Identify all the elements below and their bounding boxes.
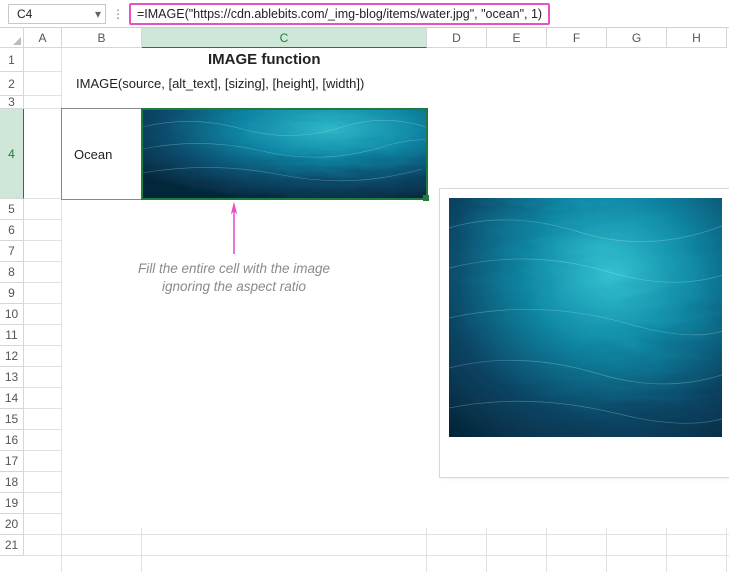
row-header-7[interactable]: 7 [0,241,24,262]
row-header-10[interactable]: 10 [0,304,24,325]
label-cell[interactable]: Ocean [62,109,142,199]
chevron-down-icon[interactable]: ▾ [95,7,101,21]
column-header-a[interactable]: A [24,28,62,48]
row-header-14[interactable]: 14 [0,388,24,409]
row-header-13[interactable]: 13 [0,367,24,388]
row-header-9[interactable]: 9 [0,283,24,304]
arrow-up-icon [219,202,249,258]
annotation-caption: Fill the entire cell with the image igno… [94,260,374,296]
column-header-e[interactable]: E [487,28,547,48]
row-header-6[interactable]: 6 [0,220,24,241]
row-header-8[interactable]: 8 [0,262,24,283]
row-header-11[interactable]: 11 [0,325,24,346]
name-box-value: C4 [17,7,32,21]
row-header-21[interactable]: 21 [0,535,24,556]
row-header-20[interactable]: 20 [0,514,24,535]
row-header-12[interactable]: 12 [0,346,24,367]
formula-text: =IMAGE("https://cdn.ablebits.com/_img-bl… [137,7,542,21]
row-headers: 123456789101112131415161718192021 [0,48,24,572]
page-title: IMAGE function [208,51,321,68]
row-header-1[interactable]: 1 [0,48,24,72]
select-all-corner[interactable] [0,28,24,48]
row-header-2[interactable]: 2 [0,72,24,96]
annotation: Fill the entire cell with the image igno… [94,202,374,296]
image-preview-frame [439,188,729,478]
name-box[interactable]: C4 ▾ [8,4,106,24]
formula-bar-row: C4 ▾ ⋮ =IMAGE("https://cdn.ablebits.com/… [0,0,729,28]
water-image-large [449,198,722,437]
column-header-f[interactable]: F [547,28,607,48]
water-image-small [142,109,427,199]
row-header-19[interactable]: 19 [0,493,24,514]
function-syntax: IMAGE(source, [alt_text], [sizing], [hei… [76,76,364,91]
spreadsheet-grid[interactable]: ABCDEFGH 1234567891011121314151617181920… [0,28,729,572]
image-cell[interactable] [142,109,427,199]
cells-area[interactable]: IMAGE function IMAGE(source, [alt_text],… [24,48,729,572]
column-header-g[interactable]: G [607,28,667,48]
column-header-d[interactable]: D [427,28,487,48]
column-headers: ABCDEFGH [0,28,729,48]
column-header-h[interactable]: H [667,28,727,48]
row-header-17[interactable]: 17 [0,451,24,472]
caption-line-2: ignoring the aspect ratio [162,279,306,294]
column-header-c[interactable]: C [142,28,427,48]
row-header-3[interactable]: 3 [0,96,24,109]
row-header-15[interactable]: 15 [0,409,24,430]
row-header-18[interactable]: 18 [0,472,24,493]
caption-line-1: Fill the entire cell with the image [138,261,330,276]
row-header-4[interactable]: 4 [0,109,24,199]
row-header-5[interactable]: 5 [0,199,24,220]
formula-bar[interactable]: =IMAGE("https://cdn.ablebits.com/_img-bl… [129,3,550,25]
column-header-b[interactable]: B [62,28,142,48]
row-header-16[interactable]: 16 [0,430,24,451]
vertical-dots-icon[interactable]: ⋮ [112,8,123,20]
example-table: Ocean [61,108,428,200]
